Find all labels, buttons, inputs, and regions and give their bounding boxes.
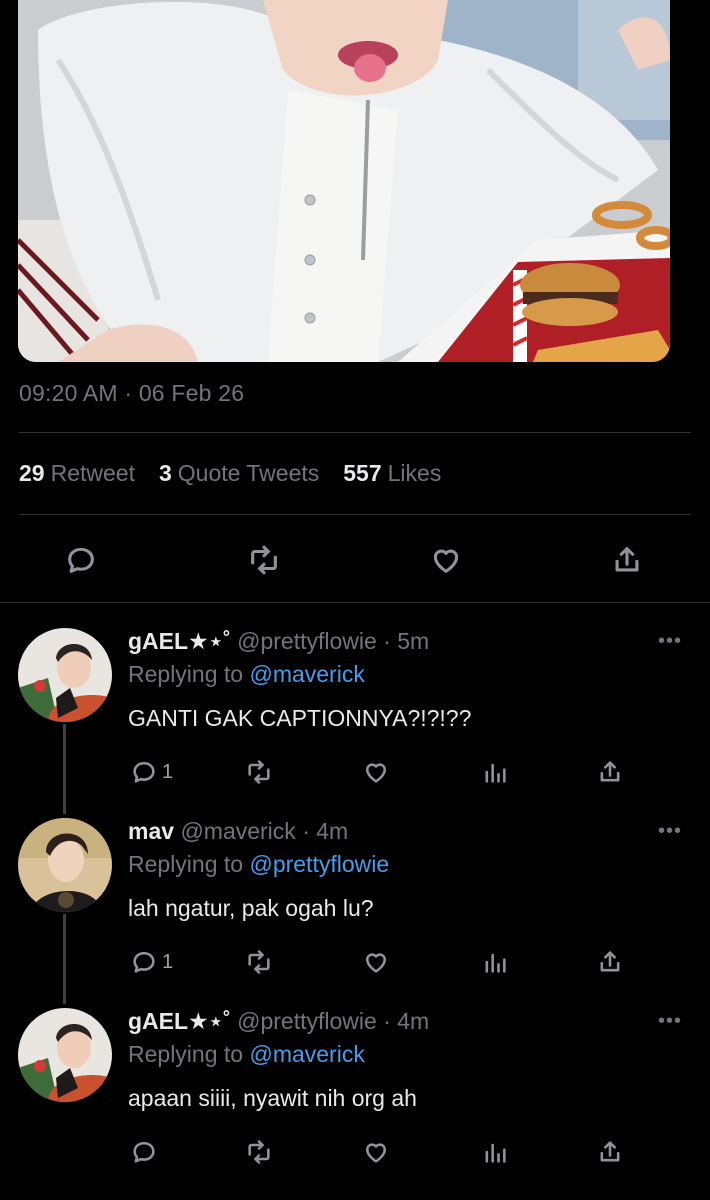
separator-dot: · [302, 818, 310, 844]
analytics-button[interactable] [481, 945, 509, 979]
replying-prefix: Replying to [128, 851, 244, 877]
reply-text: lah ngatur, pak ogah lu? [128, 895, 374, 921]
avatar[interactable] [18, 818, 112, 912]
mention-link[interactable]: @maverick [249, 1041, 364, 1067]
likes-label: Likes [387, 460, 442, 486]
reply-text: GANTI GAK CAPTIONNYA?!?!?? [128, 705, 472, 731]
reply-time[interactable]: 5m [397, 628, 429, 654]
replying-prefix: Replying to [128, 1041, 244, 1067]
user-handle[interactable]: @prettyflowie [237, 1008, 377, 1034]
replying-to: Replying to @prettyflowie [128, 851, 389, 878]
heart-icon [365, 953, 387, 973]
reply-button[interactable]: 1 [130, 755, 173, 789]
reply-header: gAEL★⋆˚ @prettyflowie · 4m [128, 1008, 429, 1035]
tweet-timestamp[interactable]: 09:20 AM · 06 Feb 26 [19, 380, 244, 407]
reply-action-bar [0, 1135, 710, 1169]
analytics-button[interactable] [481, 755, 509, 789]
quotes-count: 3 [158, 460, 172, 486]
retweet-button[interactable] [242, 538, 286, 582]
retweet-icon [248, 760, 270, 784]
heart-icon [365, 1143, 387, 1163]
retweet-button[interactable] [245, 945, 273, 979]
user-handle[interactable]: @prettyflowie [237, 628, 377, 654]
replying-to: Replying to @maverick [128, 661, 365, 688]
retweet-button[interactable] [245, 755, 273, 789]
reply-action-bar: 1 [0, 945, 710, 979]
tweet-media-image[interactable] [18, 0, 670, 362]
separator-dot: · [383, 628, 391, 654]
more-options-icon[interactable]: ••• [658, 1010, 682, 1033]
avatar-image [18, 1008, 112, 1102]
reply-icon [68, 547, 94, 573]
avatar-image [18, 628, 112, 722]
retweet-icon [251, 545, 277, 575]
tweet-stats: 29 Retweet 3 Quote Tweets 557 Likes [19, 460, 441, 487]
heart-icon [365, 763, 387, 783]
avatar-image [18, 818, 112, 912]
share-button[interactable] [596, 755, 624, 789]
retweets-count: 29 [19, 460, 45, 486]
user-handle[interactable]: @maverick [180, 818, 295, 844]
reply-button[interactable]: 1 [130, 945, 173, 979]
retweets-stat[interactable]: 29 Retweet [19, 460, 135, 487]
separator-dot: · [383, 1008, 391, 1034]
reply-icon [133, 761, 155, 783]
analytics-icon [485, 763, 506, 783]
reply-button[interactable] [59, 538, 103, 582]
share-button[interactable] [596, 945, 624, 979]
reply-text: apaan siiii, nyawit nih org ah [128, 1085, 417, 1111]
retweets-label: Retweet [50, 460, 135, 486]
divider [19, 432, 691, 433]
share-icon [600, 1141, 620, 1162]
more-options-icon[interactable]: ••• [658, 630, 682, 653]
replying-to: Replying to @maverick [128, 1041, 365, 1068]
like-button[interactable] [362, 945, 390, 979]
retweet-icon [248, 1140, 270, 1164]
tweet-action-bar [0, 538, 710, 582]
share-icon [615, 547, 639, 572]
reply-icon [133, 951, 155, 973]
quotes-label: Quote Tweets [177, 460, 320, 486]
share-button[interactable] [596, 1135, 624, 1169]
quotes-stat[interactable]: 3 Quote Tweets [159, 460, 319, 487]
avatar[interactable] [18, 628, 112, 722]
like-button[interactable] [362, 1135, 390, 1169]
avatar[interactable] [18, 1008, 112, 1102]
display-name[interactable]: gAEL★⋆˚ [128, 1008, 231, 1034]
heart-icon [433, 549, 459, 573]
like-button[interactable] [424, 538, 468, 582]
replying-prefix: Replying to [128, 661, 244, 687]
display-name[interactable]: mav [128, 818, 174, 844]
likes-stat[interactable]: 557 Likes [343, 460, 441, 487]
display-name[interactable]: gAEL★⋆˚ [128, 628, 231, 654]
likes-count: 557 [343, 460, 382, 486]
reply-icon [133, 1141, 155, 1163]
retweet-icon [248, 950, 270, 974]
like-button[interactable] [362, 755, 390, 789]
reply-time[interactable]: 4m [397, 1008, 429, 1034]
share-button[interactable] [605, 538, 649, 582]
mention-link[interactable]: @prettyflowie [249, 851, 389, 877]
share-icon [600, 951, 620, 972]
analytics-icon [485, 953, 506, 973]
reply-button[interactable] [130, 1135, 158, 1169]
divider [0, 602, 710, 603]
divider [19, 514, 691, 515]
reply-header: gAEL★⋆˚ @prettyflowie · 5m [128, 628, 429, 655]
analytics-icon [485, 1143, 506, 1163]
reply-count: 1 [162, 950, 174, 973]
mention-link[interactable]: @maverick [249, 661, 364, 687]
retweet-button[interactable] [245, 1135, 273, 1169]
photo-illustration [18, 0, 670, 362]
reply-action-bar: 1 [0, 755, 710, 789]
reply-time[interactable]: 4m [316, 818, 348, 844]
analytics-button[interactable] [481, 1135, 509, 1169]
share-icon [600, 761, 620, 782]
more-options-icon[interactable]: ••• [658, 820, 682, 843]
reply-count: 1 [162, 760, 174, 783]
reply-header: mav @maverick · 4m [128, 818, 348, 845]
